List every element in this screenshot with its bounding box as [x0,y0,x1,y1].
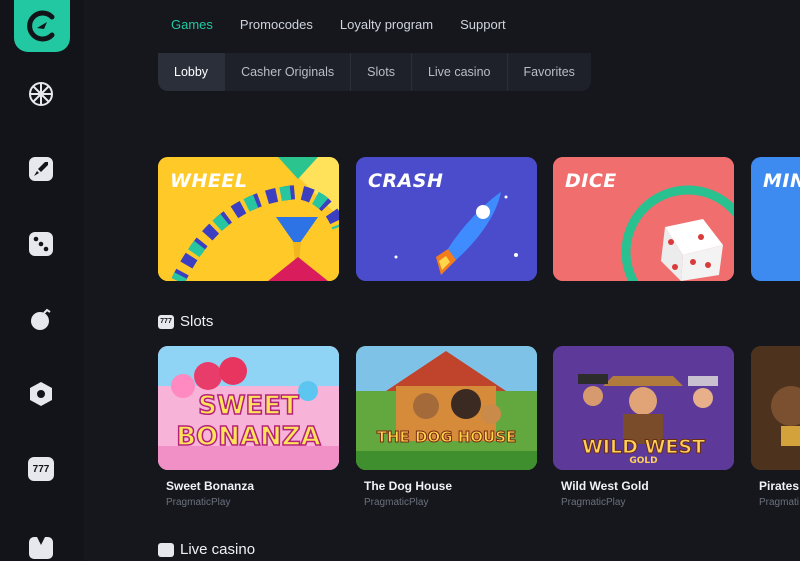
slot-name-sweet-bonanza[interactable]: Sweet Bonanza [166,479,254,493]
dice-icon[interactable] [27,230,55,258]
sidebar: 777 [0,0,84,561]
slot-provider: PragmaticPlay [166,497,231,508]
slot-card-wild-west-gold[interactable]: WILD WEST GOLD [553,346,734,470]
slot-provider: PragmaticPlay [561,497,626,508]
wheel-icon[interactable] [27,80,55,108]
slot-name-dog-house[interactable]: The Dog House [364,479,452,493]
live-casino-section-title: Live casino [158,541,255,558]
tab-live-casino[interactable]: Live casino [412,53,508,91]
tab-casher-originals[interactable]: Casher Originals [225,53,352,91]
nav-promocodes[interactable]: Promocodes [240,17,313,32]
tab-slots[interactable]: Slots [351,53,412,91]
dog-house-art [356,346,537,470]
slot-card-sweet-bonanza[interactable]: SWEET BONANZA [158,346,339,470]
live-casino-heading: Live casino [180,541,256,558]
wild-west-gold-logo: WILD WEST [581,436,706,459]
slot-provider: PragmaticPlay [364,497,429,508]
dice-title: DICE [565,170,617,192]
slot-777-icon: 777 [158,314,174,329]
slot-name-wild-west-gold[interactable]: Wild West Gold [561,479,649,493]
category-tabs: Lobby Casher Originals Slots Live casino… [158,53,591,91]
slot-card-dog-house[interactable]: THE DOG HOUSE [356,346,537,470]
tab-lobby[interactable]: Lobby [158,53,226,91]
logo-button[interactable] [14,0,70,52]
crash-title: CRASH [368,170,444,192]
wheel-game-card[interactable]: WHEEL [158,157,339,281]
nav-loyalty-program[interactable]: Loyalty program [340,17,433,32]
live-dealer-icon [158,542,174,557]
mines-title: MIN [763,170,800,192]
nav-support[interactable]: Support [460,17,506,32]
slot-provider: Pragmati [759,497,800,508]
wild-west-gold-logo-line2: GOLD [629,456,658,466]
sweet-bonanza-logo-line2: BONANZA [175,421,321,453]
crash-game-card[interactable]: CRASH [356,157,537,281]
mines-game-card[interactable]: MIN [751,157,800,281]
shield-icon[interactable] [27,380,55,408]
live-dealer-icon[interactable] [27,532,55,560]
wheel-title: WHEEL [170,170,248,192]
slots-heading: Slots [180,313,214,330]
nav-games[interactable]: Games [171,17,213,32]
dog-house-logo: THE DOG HOUSE [376,428,517,447]
pirates-art [751,346,800,470]
top-navigation: Games Promocodes Loyalty program Support [171,17,506,32]
slot-777-icon[interactable]: 777 [27,455,55,483]
dice-game-card[interactable]: DICE [553,157,734,281]
sweet-bonanza-logo: SWEET [197,390,299,422]
bomb-icon[interactable] [27,305,55,333]
logo-icon [27,10,55,42]
slot-name-pirates[interactable]: Pirates [759,479,799,493]
rocket-icon[interactable] [27,155,55,183]
slot-card-pirates[interactable] [751,346,800,470]
tab-favorites[interactable]: Favorites [508,53,591,91]
slots-section-title: 777 Slots [158,313,213,330]
main-content: Games Promocodes Loyalty program Support… [84,0,800,561]
